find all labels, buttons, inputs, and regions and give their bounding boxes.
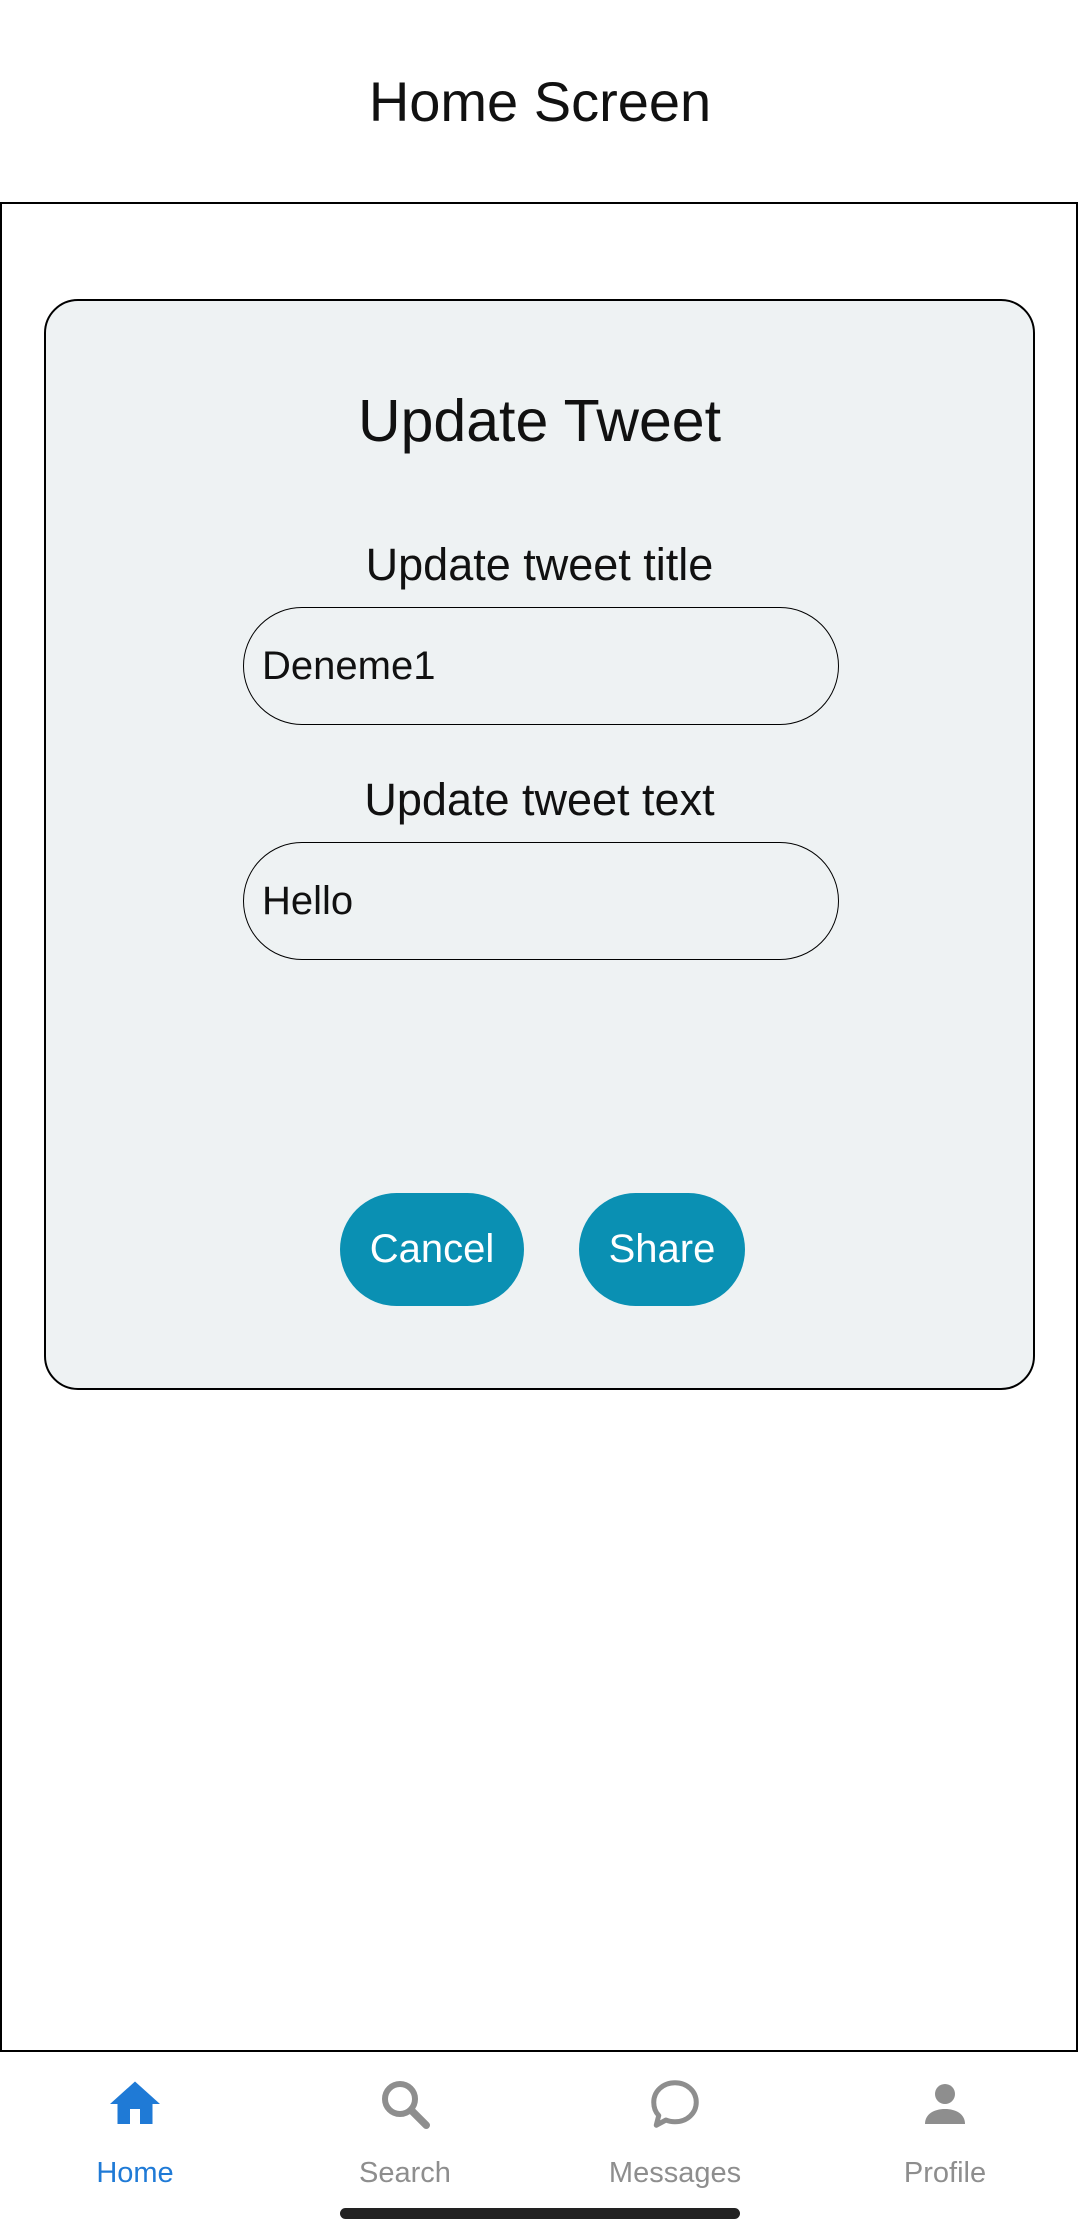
home-icon xyxy=(110,2081,160,2124)
tab-profile[interactable]: Profile xyxy=(810,2054,1080,2214)
tab-search-label: Search xyxy=(359,2157,451,2189)
share-button[interactable]: Share xyxy=(579,1193,745,1306)
search-icon xyxy=(382,2081,430,2129)
cancel-button[interactable]: Cancel xyxy=(340,1193,524,1306)
tweet-text-input[interactable] xyxy=(243,842,839,960)
tab-home[interactable]: Home xyxy=(0,2054,270,2214)
dialog-title: Update Tweet xyxy=(358,388,721,454)
page-title: Home Screen xyxy=(368,70,712,133)
tab-home-label: Home xyxy=(96,2157,174,2189)
chat-bubble-icon xyxy=(651,2080,699,2128)
tab-messages[interactable]: Messages xyxy=(540,2054,810,2214)
tweet-text-label: Update tweet text xyxy=(364,774,715,825)
header-bar: Home Screen xyxy=(0,0,1080,202)
home-indicator xyxy=(340,2208,740,2219)
tweet-title-label: Update tweet title xyxy=(365,539,714,590)
tab-profile-label: Profile xyxy=(903,2157,987,2189)
tab-search[interactable]: Search xyxy=(270,2054,540,2214)
tweet-title-input[interactable] xyxy=(243,607,839,725)
person-icon xyxy=(925,2084,965,2124)
update-tweet-dialog: Update Tweet Update tweet title Update t… xyxy=(44,299,1035,1390)
tab-messages-label: Messages xyxy=(608,2157,742,2189)
